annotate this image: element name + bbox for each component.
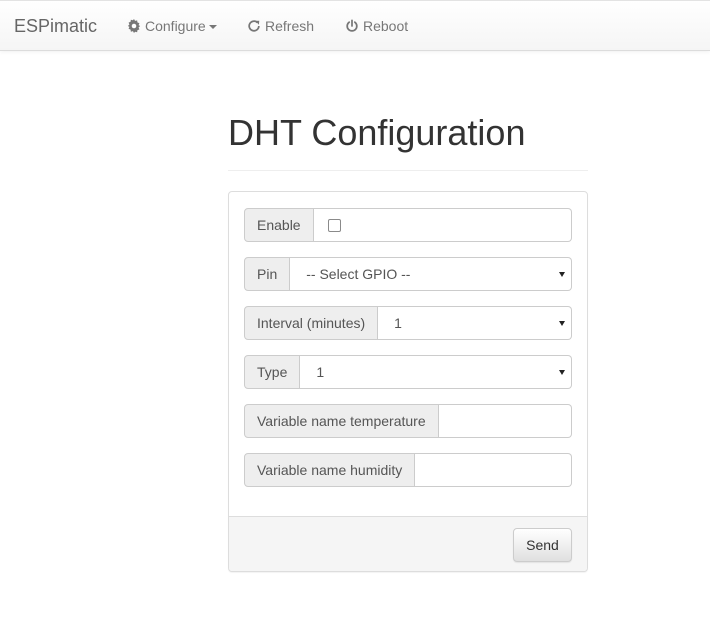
caret-down-icon: [208, 25, 217, 29]
enable-label: Enable: [244, 208, 314, 242]
pin-group: Pin -- Select GPIO --: [244, 257, 572, 291]
send-button[interactable]: Send: [513, 528, 572, 562]
enable-field: [313, 208, 572, 242]
var-temperature-label: Variable name temperature: [244, 404, 439, 438]
power-icon: [346, 19, 358, 32]
page-title: DHT Configuration: [228, 112, 526, 153]
panel-footer: Send: [229, 516, 587, 571]
gear-icon: [127, 19, 141, 33]
type-select-value: 1: [316, 364, 325, 380]
select-arrow-icon: [559, 272, 565, 277]
brand-link[interactable]: ESPimatic: [14, 16, 97, 37]
interval-group: Interval (minutes) 1: [244, 306, 572, 340]
type-label: Type: [244, 355, 301, 389]
nav-configure[interactable]: Configure: [127, 18, 217, 34]
var-humidity-group: Variable name humidity: [244, 453, 572, 487]
type-select[interactable]: 1: [300, 355, 572, 389]
interval-select[interactable]: 1: [378, 306, 572, 340]
pin-label: Pin: [244, 257, 291, 291]
type-group: Type 1: [244, 355, 572, 389]
refresh-icon: [248, 20, 260, 32]
nav-configure-label: Configure: [145, 18, 206, 34]
title-divider: [228, 170, 588, 171]
select-arrow-icon: [559, 321, 565, 326]
var-humidity-input[interactable]: [415, 453, 572, 487]
enable-group: Enable: [244, 208, 572, 242]
nav-refresh[interactable]: Refresh: [247, 18, 314, 34]
nav-reboot[interactable]: Reboot: [345, 18, 408, 34]
pin-select-value: -- Select GPIO --: [306, 266, 411, 282]
var-temperature-input[interactable]: [438, 404, 572, 438]
nav-refresh-label: Refresh: [265, 18, 315, 34]
interval-label: Interval (minutes): [244, 306, 379, 340]
var-temperature-group: Variable name temperature: [244, 404, 572, 438]
enable-checkbox[interactable]: [327, 218, 341, 232]
nav-reboot-label: Reboot: [363, 18, 409, 34]
pin-select[interactable]: -- Select GPIO --: [290, 257, 572, 291]
var-humidity-label: Variable name humidity: [244, 453, 416, 487]
select-arrow-icon: [559, 370, 565, 375]
config-form-panel: Enable Pin -- Select GPIO -- Interval (m…: [228, 191, 588, 572]
interval-select-value: 1: [394, 315, 402, 331]
top-navbar: ESPimatic Configure Refresh Reboot: [0, 0, 710, 51]
